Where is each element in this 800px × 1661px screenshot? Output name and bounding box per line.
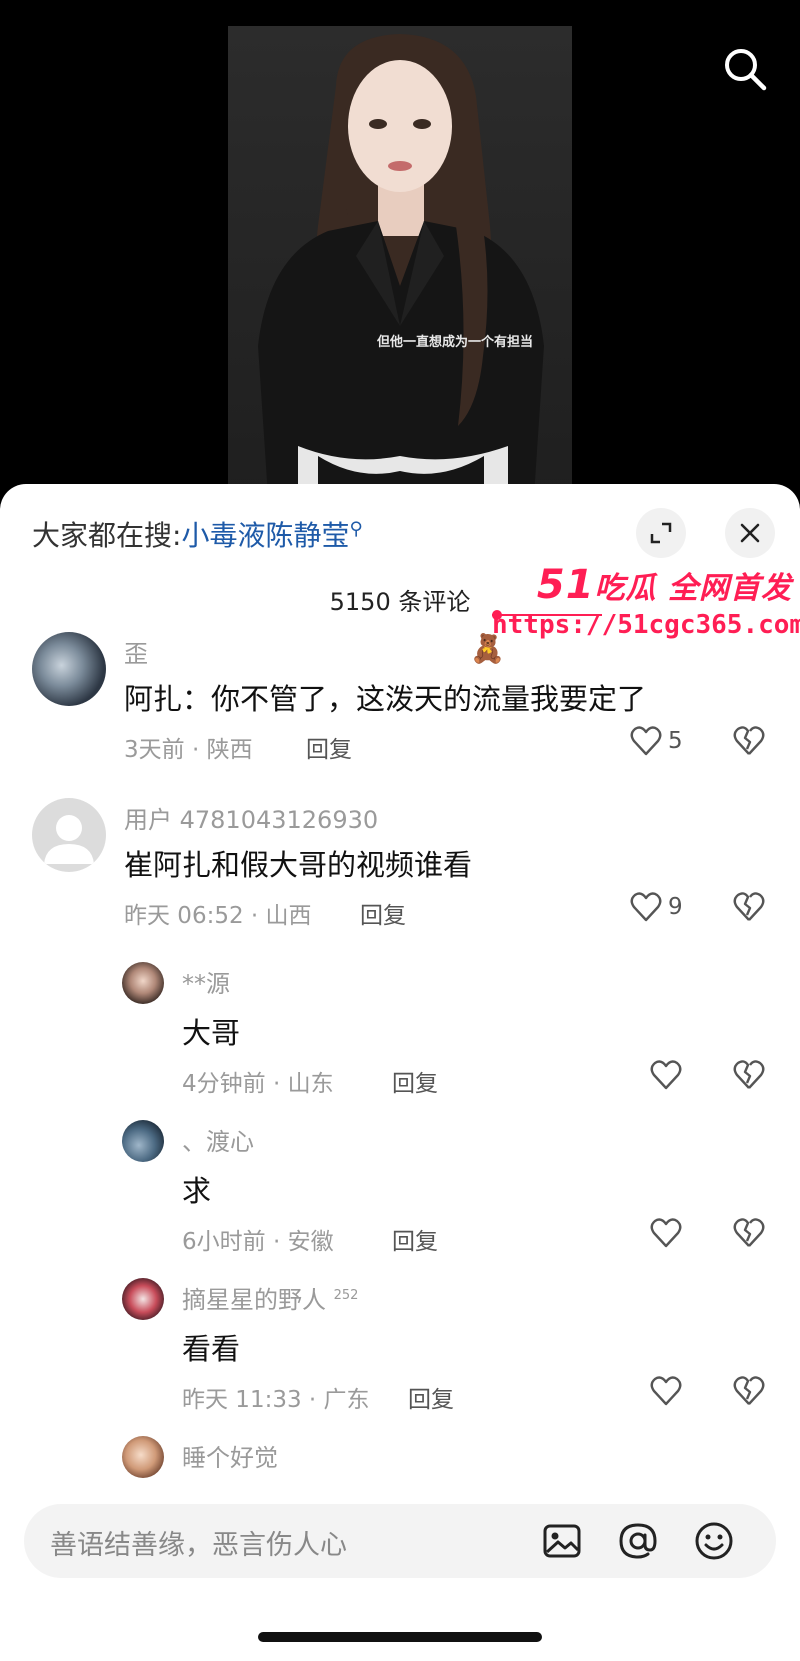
like-count: 9: [668, 894, 683, 920]
reply-text: 求: [182, 1174, 212, 1208]
avatar[interactable]: [32, 798, 106, 872]
reply-button[interactable]: 回复: [392, 1222, 438, 1256]
comment-username[interactable]: 用户 4781043126930: [124, 800, 378, 835]
app: 但他一直想成为一个有担当 大家都在搜:小毒液陈静莹⚲ 5150 条评论 51吃瓜…: [0, 0, 800, 1661]
like-button[interactable]: [650, 1376, 682, 1406]
reply-button[interactable]: 回复: [360, 896, 406, 930]
reply-text: 看看: [182, 1332, 241, 1366]
broken-heart-icon: [733, 1376, 765, 1405]
search-small-icon: ⚲: [349, 518, 363, 540]
emoji-button[interactable]: [692, 1519, 736, 1563]
bear-sticker: 🧸: [470, 632, 505, 665]
at-icon: [619, 1523, 657, 1559]
hot-search-prefix: 大家都在搜:: [32, 519, 182, 552]
mention-button[interactable]: [616, 1519, 660, 1563]
dislike-button[interactable]: [732, 892, 766, 926]
smiley-icon: [695, 1522, 733, 1560]
close-button[interactable]: [725, 508, 775, 558]
comment-time: 3天前 · 陕西: [124, 737, 253, 763]
hot-search-bar[interactable]: 大家都在搜:小毒液陈静莹⚲: [32, 514, 363, 554]
close-icon: [740, 523, 760, 543]
heart-icon: [650, 1218, 682, 1248]
search-icon: [725, 49, 767, 91]
reply-item: **源 大哥 4分钟前 · 山东 回复: [0, 940, 800, 1097]
image-button[interactable]: [540, 1519, 584, 1563]
level-badge: 252: [333, 1288, 359, 1303]
avatar[interactable]: [122, 1436, 164, 1478]
reply-button[interactable]: 回复: [306, 730, 352, 764]
video-frame-image: [258, 34, 544, 496]
expand-button[interactable]: [636, 508, 686, 558]
heart-icon: [630, 892, 662, 922]
dislike-button[interactable]: [732, 1218, 766, 1252]
avatar[interactable]: [122, 962, 164, 1004]
reply-username[interactable]: 、渡心: [182, 1122, 254, 1157]
home-indicator[interactable]: [258, 1632, 542, 1642]
reply-button[interactable]: 回复: [392, 1064, 438, 1098]
heart-icon: [630, 726, 662, 756]
avatar[interactable]: [122, 1278, 164, 1320]
broken-heart-icon: [733, 1060, 765, 1089]
expand-icon: [650, 522, 672, 544]
reply-button[interactable]: 回复: [408, 1380, 454, 1414]
video-subtitle: 但他一直想成为一个有担当: [376, 335, 533, 350]
like-button[interactable]: 9: [630, 892, 683, 922]
comment-sheet: 大家都在搜:小毒液陈静莹⚲ 5150 条评论 51吃瓜 全网首发 https:/…: [0, 484, 800, 1661]
reply-username[interactable]: **源: [182, 964, 230, 999]
broken-heart-icon: [733, 726, 765, 755]
reply-time: 6小时前 · 安徽: [182, 1229, 334, 1255]
comment-item: 用户 4781043126930 崔阿扎和假大哥的视频谁看 昨天 06:52 ·…: [0, 774, 800, 934]
dislike-button[interactable]: [732, 1060, 766, 1094]
reply-text: 大哥: [182, 1016, 241, 1050]
reply-username[interactable]: 摘星星的野人 252: [182, 1280, 358, 1315]
comment-time: 昨天 06:52 · 山西: [124, 903, 312, 929]
like-button[interactable]: [650, 1060, 682, 1090]
comment-item: 歪 🧸 阿扎：你不管了，这泼天的流量我要定了 3天前 · 陕西 回复 5: [0, 608, 800, 768]
video-player[interactable]: 但他一直想成为一个有担当: [228, 26, 572, 496]
broken-heart-icon: [733, 892, 765, 921]
comment-text: 阿扎：你不管了，这泼天的流量我要定了: [124, 682, 647, 716]
reply-time: 4分钟前 · 山东: [182, 1071, 334, 1097]
watermark-brand: 51吃瓜 全网首发: [536, 562, 792, 608]
reply-item: 睡个好觉: [0, 1414, 800, 1484]
like-count: 5: [668, 728, 683, 754]
avatar[interactable]: [32, 632, 106, 706]
broken-heart-icon: [733, 1218, 765, 1247]
comment-input[interactable]: 善语结善缘，恶言伤人心: [24, 1504, 776, 1578]
heart-icon: [650, 1376, 682, 1406]
hot-search-term[interactable]: 小毒液陈静莹: [181, 519, 349, 552]
image-icon: [543, 1524, 581, 1558]
like-button[interactable]: 5: [630, 726, 683, 756]
comment-username[interactable]: 歪: [124, 634, 148, 669]
comment-input-placeholder: 善语结善缘，恶言伤人心: [50, 1530, 347, 1561]
comment-text: 崔阿扎和假大哥的视频谁看: [124, 848, 473, 882]
reply-time: 昨天 11:33 · 广东: [182, 1387, 370, 1413]
like-button[interactable]: [650, 1218, 682, 1248]
avatar[interactable]: [122, 1120, 164, 1162]
reply-item: 、渡心 求 6小时前 · 安徽 回复: [0, 1098, 800, 1255]
reply-item: 摘星星的野人 252 看看 昨天 11:33 · 广东 回复: [0, 1256, 800, 1413]
heart-icon: [650, 1060, 682, 1090]
default-avatar-icon: [44, 815, 94, 864]
dislike-button[interactable]: [732, 1376, 766, 1410]
reply-username[interactable]: 睡个好觉: [182, 1438, 278, 1473]
search-button[interactable]: [720, 44, 770, 94]
dislike-button[interactable]: [732, 726, 766, 760]
